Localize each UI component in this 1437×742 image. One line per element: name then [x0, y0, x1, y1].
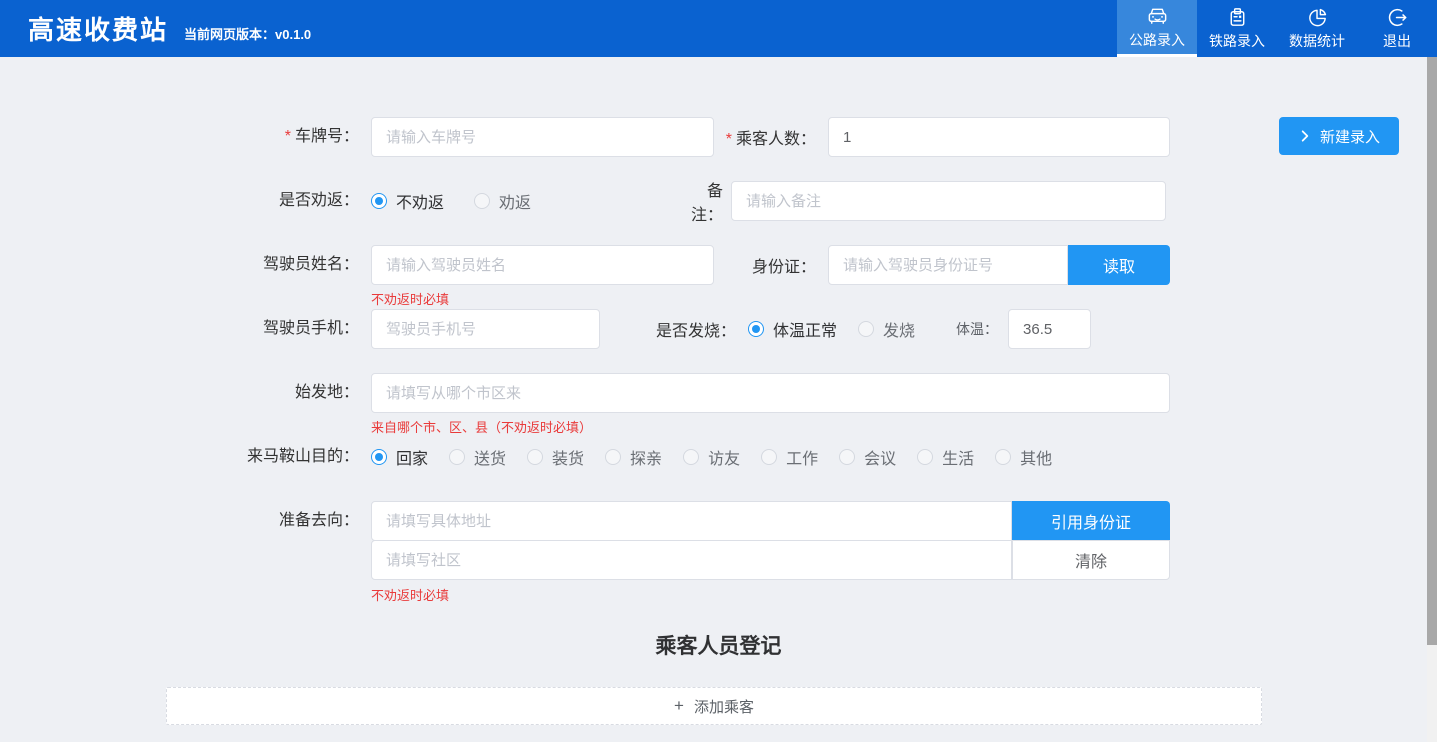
passengers-label: 乘客人数：	[714, 125, 828, 149]
row-plate-passengers: 车牌号： 乘客人数：	[0, 117, 1437, 157]
driver-phone-label: 驾驶员手机：	[0, 309, 371, 349]
row-destination: 准备去向： 引用身份证 清除 不劝返时必填	[0, 501, 1437, 580]
top-nav: 公路录入 铁路录入 数据统计	[1117, 0, 1437, 57]
radio-temp-normal[interactable]: 体温正常	[748, 317, 837, 341]
car-icon	[1146, 5, 1169, 28]
purpose-label: 来马鞍山目的：	[0, 437, 371, 477]
radio-circle-icon	[748, 321, 764, 337]
passenger-section-title: 乘客人员登记	[0, 630, 1437, 660]
row-purpose: 来马鞍山目的： 回家 送货 装货 探亲 访友 工作 会议	[0, 437, 1437, 477]
row-persuade-remark: 是否劝返： 不劝返 劝返 备注：	[0, 181, 1437, 221]
radio-no-persuade[interactable]: 不劝返	[371, 189, 444, 213]
radio-purpose-home[interactable]: 回家	[371, 445, 428, 469]
driver-phone-input[interactable]	[371, 309, 600, 349]
temperature-label: 体温：	[956, 319, 998, 339]
radio-label: 送货	[474, 445, 506, 469]
remark-label: 备注：	[681, 177, 731, 225]
add-passenger-button[interactable]: 添加乘客	[166, 687, 1262, 725]
radio-label: 工作	[786, 445, 818, 469]
radio-purpose-other[interactable]: 其他	[995, 445, 1052, 469]
destination-address-input[interactable]	[371, 501, 1012, 541]
radio-circle-icon	[683, 449, 699, 465]
nav-item-data-stats[interactable]: 数据统计	[1277, 0, 1357, 57]
radio-label: 其他	[1020, 445, 1052, 469]
row-phone-fever: 驾驶员手机： 是否发烧： 体温正常 发烧 体温：	[0, 309, 1437, 349]
radio-circle-icon	[527, 449, 543, 465]
driver-name-input[interactable]	[371, 245, 714, 285]
radio-purpose-work[interactable]: 工作	[761, 445, 818, 469]
radio-purpose-load[interactable]: 装货	[527, 445, 584, 469]
radio-label: 访友	[708, 445, 740, 469]
radio-fever[interactable]: 发烧	[858, 317, 915, 341]
radio-persuade[interactable]: 劝返	[474, 189, 531, 213]
pie-chart-icon	[1306, 6, 1329, 29]
driver-name-label: 驾驶员姓名：	[0, 245, 371, 285]
remark-input[interactable]	[731, 181, 1166, 221]
origin-label: 始发地：	[0, 373, 371, 413]
radio-label: 生活	[942, 445, 974, 469]
radio-purpose-friends[interactable]: 访友	[683, 445, 740, 469]
app-header: 高速收费站 当前网页版本：v0.1.0 公路录入	[0, 0, 1437, 57]
row-driver-id: 驾驶员姓名： 身份证： 读取 不劝返时必填	[0, 245, 1437, 285]
app-version: 当前网页版本：v0.1.0	[184, 24, 311, 43]
add-passenger-label: 添加乘客	[694, 696, 754, 717]
temperature-input[interactable]	[1008, 309, 1091, 349]
nav-item-label: 数据统计	[1289, 31, 1345, 51]
nav-item-label: 公路录入	[1129, 30, 1185, 50]
plus-icon	[674, 696, 694, 716]
radio-label: 装货	[552, 445, 584, 469]
radio-circle-icon	[839, 449, 855, 465]
radio-circle-icon	[371, 193, 387, 209]
radio-circle-icon	[605, 449, 621, 465]
radio-circle-icon	[371, 449, 387, 465]
radio-purpose-meeting[interactable]: 会议	[839, 445, 896, 469]
radio-circle-icon	[761, 449, 777, 465]
radio-label: 劝返	[499, 189, 531, 213]
origin-input[interactable]	[371, 373, 1170, 413]
radio-circle-icon	[917, 449, 933, 465]
radio-label: 会议	[864, 445, 896, 469]
radio-label: 发烧	[883, 317, 915, 341]
quote-id-button[interactable]: 引用身份证	[1012, 501, 1170, 541]
radio-label: 不劝返	[396, 189, 444, 213]
radio-circle-icon	[449, 449, 465, 465]
radio-circle-icon	[858, 321, 874, 337]
fever-label: 是否发烧：	[600, 317, 748, 341]
plate-label: 车牌号：	[0, 117, 371, 157]
nav-item-rail-entry[interactable]: 铁路录入	[1197, 0, 1277, 57]
row-origin: 始发地： 来自哪个市、区、县（不劝返时必填）	[0, 373, 1437, 413]
id-card-label: 身份证：	[714, 253, 828, 277]
radio-purpose-deliver[interactable]: 送货	[449, 445, 506, 469]
destination-note: 不劝返时必填	[371, 585, 449, 604]
road-entry-form: 车牌号： 乘客人数： 是否劝返： 不劝返 劝返 备注： 驾驶员姓名： 身份证： …	[0, 57, 1437, 725]
destination-group: 引用身份证 清除	[371, 501, 1170, 580]
plate-input[interactable]	[371, 117, 714, 157]
origin-note: 来自哪个市、区、县（不劝返时必填）	[371, 417, 592, 436]
nav-item-logout[interactable]: 退出	[1357, 0, 1437, 57]
passengers-input[interactable]	[828, 117, 1170, 157]
ticket-machine-icon	[1226, 6, 1249, 29]
radio-label: 回家	[396, 445, 428, 469]
id-read-button[interactable]: 读取	[1068, 245, 1170, 285]
radio-circle-icon	[474, 193, 490, 209]
driver-name-note: 不劝返时必填	[371, 289, 449, 308]
destination-label: 准备去向：	[0, 501, 371, 541]
radio-label: 探亲	[630, 445, 662, 469]
destination-community-input[interactable]	[371, 540, 1012, 580]
radio-label: 体温正常	[773, 317, 837, 341]
nav-item-label: 铁路录入	[1209, 31, 1265, 51]
id-card-input[interactable]	[828, 245, 1068, 285]
radio-purpose-life[interactable]: 生活	[917, 445, 974, 469]
persuade-label: 是否劝返：	[0, 181, 371, 221]
app-title: 高速收费站	[28, 10, 168, 47]
radio-circle-icon	[995, 449, 1011, 465]
nav-item-label: 退出	[1383, 31, 1411, 51]
radio-purpose-relatives[interactable]: 探亲	[605, 445, 662, 469]
persuade-radio-group: 不劝返 劝返	[371, 189, 681, 213]
clear-button[interactable]: 清除	[1012, 540, 1170, 580]
nav-item-road-entry[interactable]: 公路录入	[1117, 0, 1197, 57]
logout-icon	[1386, 6, 1409, 29]
